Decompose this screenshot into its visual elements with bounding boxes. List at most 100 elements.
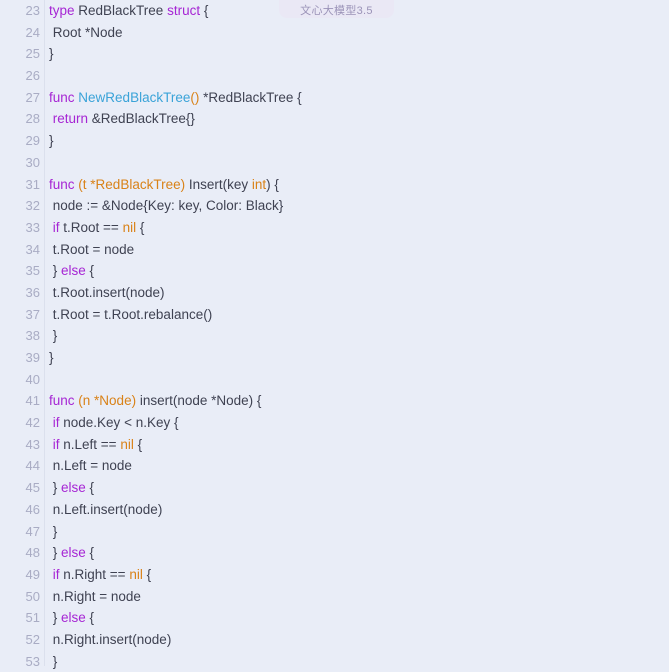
code-line: 40 (0, 369, 669, 391)
code-token: } (49, 480, 62, 496)
code-line: 47 } (0, 521, 669, 543)
line-source: if t.Root == nil { (40, 217, 145, 239)
code-token: func (49, 89, 75, 105)
line-number: 23 (25, 3, 40, 18)
code-line: 39} (0, 347, 669, 369)
line-source: t.Root = t.Root.rebalance() (40, 304, 212, 326)
line-source: t.Root.insert(node) (40, 282, 165, 304)
code-line: 52 n.Right.insert(node) (0, 629, 669, 651)
line-number: 50 (25, 588, 40, 604)
code-line: 42 if node.Key < n.Key { (0, 412, 669, 434)
code-token: { (142, 566, 152, 582)
line-number: 52 (25, 631, 40, 647)
line-number: 37 (25, 306, 40, 322)
model-badge[interactable]: 文心大模型3.5 (279, 0, 394, 18)
line-number: 53 (25, 653, 40, 669)
code-token: int (251, 176, 267, 192)
line-source: if n.Right == nil { (40, 564, 151, 586)
code-token: node := &Node{Key: key, Color: Black} (49, 198, 284, 214)
code-line: 35 } else { (0, 260, 669, 282)
line-source: func (t *RedBlackTree) Insert(key int) { (40, 174, 279, 196)
line-number: 51 (25, 610, 40, 626)
line-source: func NewRedBlackTree() *RedBlackTree { (40, 87, 302, 109)
line-number: 45 (25, 480, 40, 496)
code-token: n.Left.insert(node) (49, 501, 163, 517)
line-number: 28 (25, 111, 40, 127)
line-number: 35 (25, 263, 40, 279)
code-line: 31 func (t *RedBlackTree) Insert(key int)… (0, 174, 669, 196)
line-source: } (40, 521, 58, 543)
code-token: { (85, 545, 95, 561)
line-number: 41 (25, 393, 40, 409)
line-number: 44 (25, 458, 40, 474)
line-source: } (40, 43, 54, 65)
line-source: } (40, 130, 54, 152)
code-token: } (49, 46, 54, 62)
code-line: 33 if t.Root == nil { (0, 217, 669, 239)
code-token: t.Root.insert(node) (49, 284, 165, 300)
line-number: 39 (25, 350, 40, 365)
code-token: () (190, 89, 200, 105)
code-line: 34 t.Root = node (0, 239, 669, 261)
code-viewer[interactable]: 23 type RedBlackTree struct {24 Root *Nod… (0, 0, 669, 669)
code-line: 45 } else { (0, 477, 669, 499)
code-token: } (49, 610, 62, 626)
code-token: if (52, 219, 60, 235)
code-token: } (49, 523, 58, 539)
line-number: 34 (25, 241, 40, 257)
code-token: t.Root = t.Root.rebalance() (49, 306, 213, 322)
code-token: func (49, 393, 75, 409)
code-token: &RedBlackTree{} (88, 111, 195, 127)
code-token: { (85, 263, 95, 279)
line-number: 33 (25, 219, 40, 235)
line-source: if n.Left == nil { (40, 434, 142, 456)
code-line: 37 t.Root = t.Root.rebalance() (0, 304, 669, 326)
line-number: 31 (25, 176, 40, 192)
code-token: else (61, 610, 86, 626)
line-number: 32 (25, 198, 40, 214)
line-source: return &RedBlackTree{} (40, 108, 195, 130)
code-line: 36 t.Root.insert(node) (0, 282, 669, 304)
code-token: } (49, 350, 54, 365)
code-token: { (85, 480, 95, 496)
code-token: n.Left == (59, 436, 121, 452)
code-token: (n *Node) (78, 393, 137, 409)
code-token: Root *Node (49, 24, 123, 40)
code-line: 30 (0, 152, 669, 174)
line-number: 48 (25, 545, 40, 561)
code-token: return (52, 111, 89, 127)
line-source: } (40, 325, 58, 347)
line-number: 42 (25, 415, 40, 431)
code-token: nil (122, 219, 137, 235)
line-source: } else { (40, 477, 94, 499)
code-token: struct (167, 3, 201, 18)
code-token: RedBlackTree (74, 3, 168, 18)
code-token: if (52, 415, 60, 431)
code-token: { (136, 219, 145, 235)
code-token: NewRedBlackTree (78, 89, 191, 105)
code-token: t.Root = node (49, 241, 135, 257)
code-token: else (61, 480, 86, 496)
line-source: } else { (40, 607, 94, 629)
model-badge-label: 文心大模型3.5 (300, 5, 373, 17)
code-line: 29} (0, 130, 669, 152)
line-source: n.Left = node (40, 455, 132, 477)
code-token: n.Left = node (49, 458, 132, 474)
line-number: 36 (25, 284, 40, 300)
code-line: 26 (0, 65, 669, 87)
line-number: 24 (25, 24, 40, 40)
line-source: Root *Node (40, 22, 123, 44)
code-line: 28 return &RedBlackTree{} (0, 108, 669, 130)
line-source: node := &Node{Key: key, Color: Black} (40, 195, 284, 217)
code-line: 43 if n.Left == nil { (0, 434, 669, 456)
line-number: 26 (25, 68, 40, 84)
code-line: 32 node := &Node{Key: key, Color: Black} (0, 195, 669, 217)
code-token: } (49, 263, 62, 279)
code-token: n.Right.insert(node) (49, 631, 172, 647)
line-number: 38 (25, 328, 40, 344)
line-source: t.Root = node (40, 239, 134, 261)
code-line: 27 func NewRedBlackTree() *RedBlackTree { (0, 87, 669, 109)
line-source: } (40, 651, 58, 672)
line-number: 49 (25, 566, 40, 582)
line-source: n.Left.insert(node) (40, 499, 163, 521)
